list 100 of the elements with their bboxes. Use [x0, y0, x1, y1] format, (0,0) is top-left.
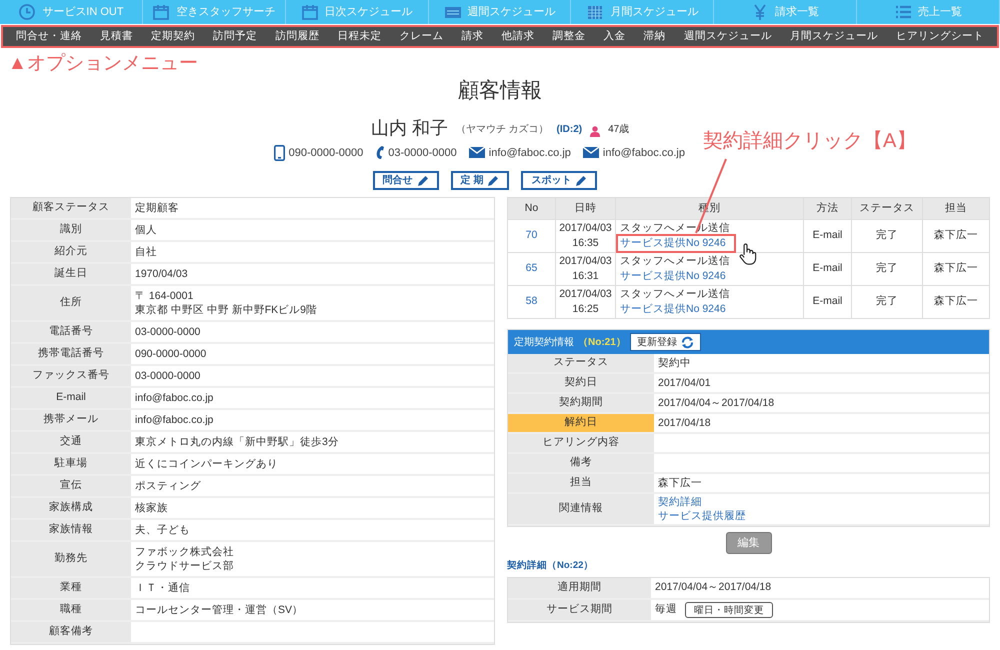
record-date: 2017/04/03	[558, 254, 613, 269]
column-header: ステータス	[860, 202, 914, 214]
menu-link[interactable]: 月間スケジュール	[786, 28, 882, 44]
menu-link[interactable]: 他請求	[498, 28, 539, 44]
menu-link[interactable]: 訪問履歴	[271, 28, 324, 44]
field-value: コールセンター管理・運営（SV）	[135, 603, 304, 617]
field-label: 住所	[60, 295, 82, 310]
column-header: 日時	[574, 202, 596, 214]
field-value: 自社	[135, 245, 157, 259]
field-label: 識別	[60, 222, 82, 238]
related-link[interactable]: サービス提供履歴	[658, 509, 746, 523]
column-header: No	[524, 202, 538, 214]
menu-link[interactable]: 定期契約	[147, 28, 200, 44]
field-label: 顧客備考	[49, 624, 93, 640]
field-value: 個人	[135, 223, 157, 237]
edit-action-button[interactable]: 定 期	[450, 171, 510, 190]
field-value: 契約中	[658, 356, 691, 370]
field-label: 契約日	[564, 375, 598, 390]
field-label: 紹介元	[54, 244, 88, 260]
field-label: 家族情報	[49, 522, 93, 538]
menu-link[interactable]: クレーム	[395, 28, 448, 44]
menu-link[interactable]: 入金	[600, 28, 630, 44]
column-header: 担当	[945, 202, 967, 214]
phone-icon	[375, 145, 384, 160]
menu-link[interactable]: 日程未定	[333, 28, 386, 44]
menu-link[interactable]: 見積書	[96, 28, 138, 44]
clock-icon	[18, 3, 36, 21]
hand-cursor-icon	[738, 243, 757, 265]
calendar-icon	[152, 3, 170, 21]
field-label: 交通	[60, 434, 82, 450]
field-label: 誕生日	[54, 266, 88, 282]
menu-link[interactable]: 問合せ・連絡	[12, 28, 86, 44]
field-value: 東京都 中野区 中野 新中野FKビル9階	[135, 303, 318, 317]
field-value: 近くにコインパーキングあり	[135, 457, 278, 471]
menu-link[interactable]: 調整金	[548, 28, 590, 44]
field-value: クラウドサービス部	[135, 559, 234, 573]
edit-action-button[interactable]: スポット	[521, 171, 598, 190]
record-time: 16:25	[571, 302, 600, 317]
menu-link[interactable]: ヒアリングシート	[892, 28, 988, 44]
field-value: info@faboc.co.jp	[135, 391, 214, 405]
calendar-icon	[586, 3, 604, 21]
field-value: 2017/04/18	[658, 416, 711, 430]
contract-detail-title: 契約詳細（No:22）	[507, 559, 594, 573]
field-label: ファックス番号	[32, 368, 110, 384]
person-icon	[590, 126, 600, 136]
field-value: 毎週	[655, 602, 677, 618]
field-label: 宣伝	[60, 478, 82, 494]
field-label: ヒアリング内容	[542, 435, 620, 450]
field-label: 電話番号	[49, 324, 93, 340]
service-link[interactable]: サービス提供No 9246	[620, 302, 726, 317]
mobile-email-address: info@faboc.co.jp	[602, 146, 685, 160]
mail-icon	[468, 147, 485, 158]
menu-link[interactable]: 請求	[457, 28, 488, 44]
field-label: 携帯メール	[44, 412, 98, 428]
related-link[interactable]: 契約詳細	[658, 495, 702, 509]
field-label: 関連情報	[559, 501, 603, 516]
customer-age: 47歳	[608, 122, 630, 136]
field-value: 〒 164-0001	[135, 289, 194, 303]
field-label: 解約日	[564, 415, 598, 430]
menu-link[interactable]: 週間スケジュール	[680, 28, 776, 44]
field-label: 家族構成	[49, 500, 93, 516]
field-value: ポスティング	[135, 479, 201, 493]
record-number-link[interactable]: 58	[526, 295, 538, 308]
field-value: 定期顧客	[135, 201, 179, 215]
page-title: 顧客情報	[458, 78, 542, 104]
phone-number: 03-0000-0000	[388, 146, 457, 160]
record-number-link[interactable]: 70	[526, 229, 538, 242]
column-header: 方法	[816, 202, 838, 214]
field-value: 2017/04/04～2017/04/18	[658, 396, 774, 410]
field-value: ファボック株式会社	[135, 545, 234, 559]
field-value: 03-0000-0000	[135, 369, 200, 383]
renew-button[interactable]: 更新登録	[630, 333, 701, 351]
field-value: 090-0000-0000	[135, 347, 206, 361]
record-number-link[interactable]: 65	[526, 262, 538, 274]
record-status: 完了	[876, 262, 898, 274]
field-label: 職種	[60, 602, 82, 618]
record-method: E-mail	[812, 229, 842, 242]
field-value: 森下広一	[658, 476, 702, 490]
field-label: 携帯電話番号	[38, 346, 104, 362]
email-address: info@faboc.co.jp	[488, 146, 571, 160]
menu-link[interactable]: 訪問予定	[209, 28, 262, 44]
service-link[interactable]: サービス提供No 9246	[620, 269, 726, 284]
field-label: 駐車場	[54, 456, 88, 472]
change-schedule-button[interactable]: 曜日・時間変更	[685, 602, 773, 618]
field-value: info@faboc.co.jp	[135, 413, 214, 427]
field-label: 顧客ステータス	[32, 200, 110, 216]
field-label: 契約期間	[559, 395, 603, 410]
record-time: 16:35	[571, 236, 600, 251]
calendar-icon	[300, 3, 319, 21]
pencil-icon	[575, 174, 588, 186]
customer-id: (ID:2)	[556, 122, 582, 136]
field-value: 東京メトロ丸の内線「新中野駅」徒歩3分	[135, 435, 339, 449]
field-value: 夫、子ども	[135, 523, 190, 537]
annotation-caption: 契約詳細クリック【A】	[703, 131, 916, 151]
service-link[interactable]: サービス提供No 9246	[618, 236, 734, 251]
record-staff: 森下広一	[934, 229, 978, 242]
field-label: 担当	[570, 475, 592, 490]
menu-link[interactable]: 滞納	[640, 28, 670, 44]
edit-action-button[interactable]: 問合せ	[372, 171, 439, 190]
mobile-phone-icon	[274, 144, 285, 161]
